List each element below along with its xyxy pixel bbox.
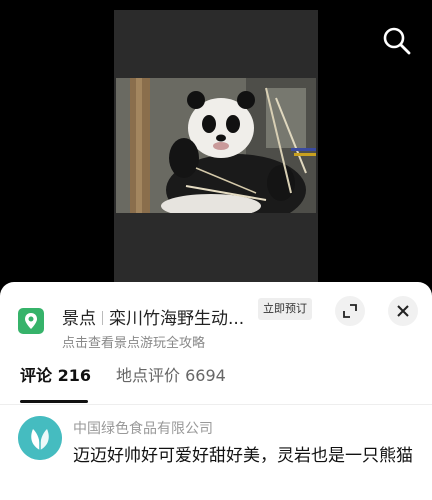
expand-button[interactable] — [335, 296, 365, 326]
book-now-button[interactable]: 立即预订 — [258, 298, 312, 320]
avatar[interactable] — [18, 416, 62, 460]
divider — [102, 311, 103, 325]
expand-icon — [343, 304, 357, 318]
poi-name: 栾川竹海野生动... — [109, 309, 245, 329]
active-tab-indicator — [20, 400, 88, 403]
poi-category: 景点 — [62, 309, 96, 329]
comment-username[interactable]: 中国绿色食品有限公司 — [73, 418, 213, 438]
tab-comments[interactable]: 评论 216 — [20, 362, 91, 386]
comments-sheet: 景点 栾川竹海野生动... 点击查看景点游玩全攻略 立即预订 评论 216 地点评… — [0, 282, 432, 500]
poi-subtitle[interactable]: 点击查看景点游玩全攻略 — [62, 332, 205, 351]
comment-tabs: 评论 216 地点评价 6694 — [0, 362, 432, 405]
search-button[interactable] — [382, 26, 412, 56]
panda-photo — [116, 78, 316, 213]
poi-title[interactable]: 景点 栾川竹海野生动... — [62, 304, 252, 329]
close-button[interactable] — [388, 296, 418, 326]
video-player[interactable] — [0, 0, 432, 282]
search-icon — [383, 27, 411, 55]
leaf-logo-icon — [18, 416, 62, 460]
tab-place-reviews[interactable]: 地点评价 6694 — [116, 362, 226, 386]
comment-text: 迈迈好帅好可爱好甜好美，灵岩也是一只熊猫 — [73, 446, 413, 466]
close-icon — [397, 305, 409, 317]
map-pin-icon — [18, 308, 44, 334]
